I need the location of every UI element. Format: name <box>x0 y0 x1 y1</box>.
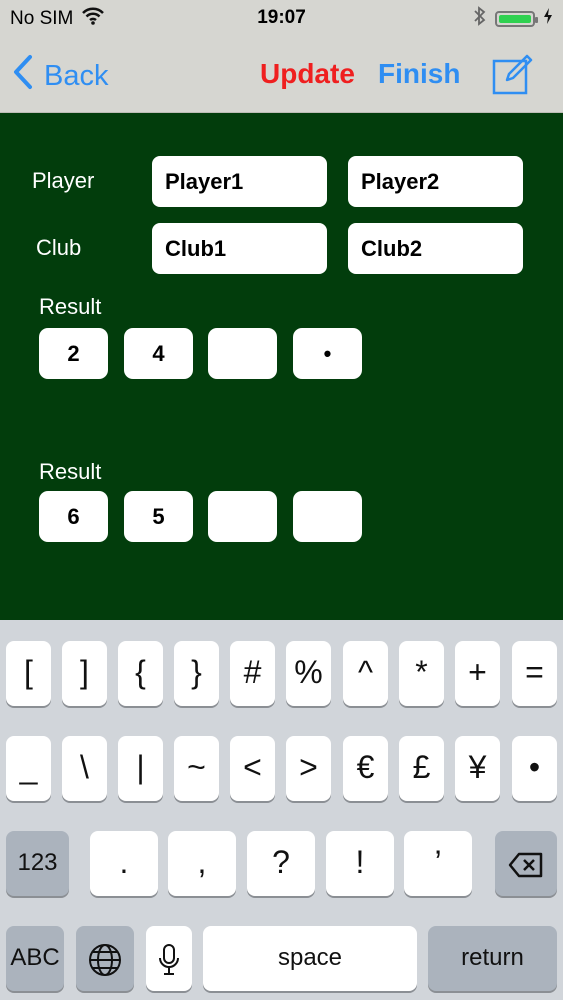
charging-icon <box>543 8 553 30</box>
keyboard: [ ] { } # % ^ * + = _ \ | ~ < > € £ ¥ • … <box>0 620 563 1000</box>
key-asterisk[interactable]: * <box>399 641 444 706</box>
key-question[interactable]: ? <box>247 831 315 896</box>
key-delete[interactable] <box>495 831 557 896</box>
key-left-bracket[interactable]: [ <box>6 641 51 706</box>
status-right <box>473 6 553 32</box>
key-less-than[interactable]: < <box>230 736 275 801</box>
key-exclamation[interactable]: ! <box>326 831 394 896</box>
key-yen[interactable]: ¥ <box>455 736 500 801</box>
key-underscore[interactable]: _ <box>6 736 51 801</box>
compose-button[interactable] <box>492 53 534 95</box>
key-numbers[interactable]: 123 <box>6 831 69 896</box>
key-apostrophe[interactable]: ’ <box>404 831 472 896</box>
key-return[interactable]: return <box>428 926 557 991</box>
update-button[interactable]: Update <box>260 58 355 90</box>
key-right-bracket[interactable]: ] <box>62 641 107 706</box>
key-tilde[interactable]: ~ <box>174 736 219 801</box>
compose-icon <box>492 54 534 99</box>
result1-box-2[interactable]: 4 <box>124 328 193 379</box>
key-hash[interactable]: # <box>230 641 275 706</box>
status-bar: No SIM 19:07 <box>0 0 563 36</box>
key-greater-than[interactable]: > <box>286 736 331 801</box>
key-microphone[interactable] <box>146 926 192 991</box>
key-globe[interactable] <box>76 926 134 991</box>
key-right-brace[interactable]: } <box>174 641 219 706</box>
result1-box-4[interactable]: • <box>293 328 362 379</box>
chevron-left-icon <box>12 54 34 98</box>
key-pound[interactable]: £ <box>399 736 444 801</box>
key-bullet[interactable]: • <box>512 736 557 801</box>
key-backslash[interactable]: \ <box>62 736 107 801</box>
player-label: Player <box>32 168 95 193</box>
result2-box-1[interactable]: 6 <box>39 491 108 542</box>
club1-field[interactable]: Club1 <box>152 223 327 274</box>
bluetooth-icon <box>473 6 487 32</box>
navigation-bar: Back Update Finish <box>0 36 563 113</box>
result1-box-3[interactable] <box>208 328 277 379</box>
result2-box-4[interactable] <box>293 491 362 542</box>
battery-level <box>499 15 531 23</box>
finish-button[interactable]: Finish <box>378 58 460 90</box>
key-period[interactable]: . <box>90 831 158 896</box>
back-button[interactable]: Back <box>12 54 108 98</box>
key-abc[interactable]: ABC <box>6 926 64 991</box>
microphone-icon <box>158 939 180 975</box>
delete-icon <box>508 844 544 880</box>
battery-icon <box>495 11 538 27</box>
scoreboard: Player Player1 Player2 Club Club1 Club2 … <box>0 113 563 620</box>
player1-field[interactable]: Player1 <box>152 156 327 207</box>
player2-field[interactable]: Player2 <box>348 156 523 207</box>
key-left-brace[interactable]: { <box>118 641 163 706</box>
key-plus[interactable]: + <box>455 641 500 706</box>
result2-box-2[interactable]: 5 <box>124 491 193 542</box>
key-equals[interactable]: = <box>512 641 557 706</box>
result1-label: Result <box>39 294 102 319</box>
globe-icon <box>88 939 122 976</box>
result2-label: Result <box>39 459 102 484</box>
key-euro[interactable]: € <box>343 736 388 801</box>
result2-box-3[interactable] <box>208 491 277 542</box>
back-label: Back <box>44 59 109 92</box>
club-label: Club <box>36 235 82 260</box>
key-pipe[interactable]: | <box>118 736 163 801</box>
key-percent[interactable]: % <box>286 641 331 706</box>
key-comma[interactable]: , <box>168 831 236 896</box>
key-space[interactable]: space <box>203 926 417 991</box>
result1-box-1[interactable]: 2 <box>39 328 108 379</box>
key-caret[interactable]: ^ <box>343 641 388 706</box>
club2-field[interactable]: Club2 <box>348 223 523 274</box>
